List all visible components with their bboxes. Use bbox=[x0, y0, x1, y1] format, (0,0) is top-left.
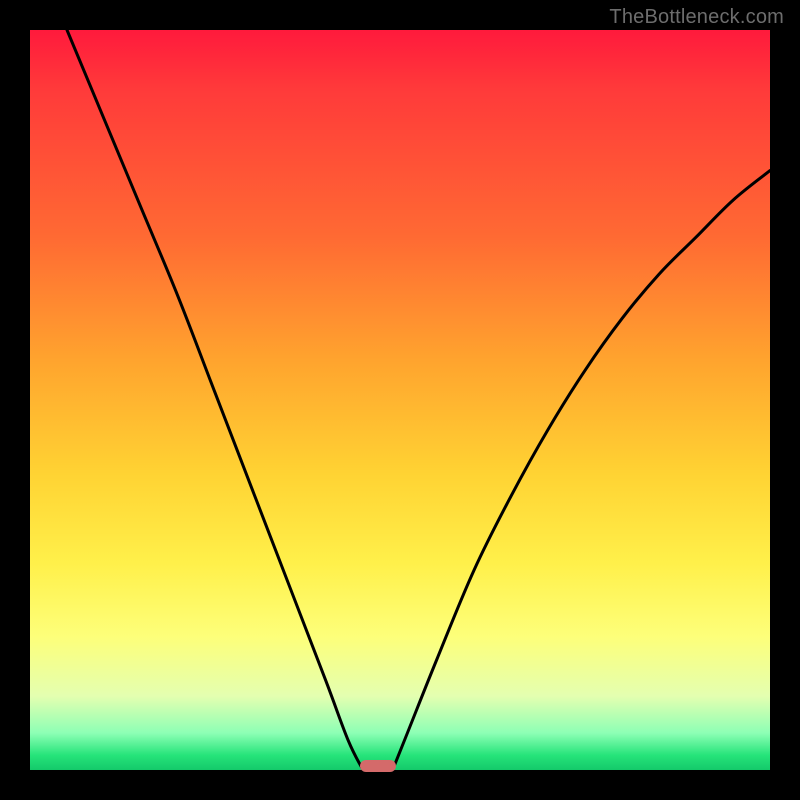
chart-frame: TheBottleneck.com bbox=[0, 0, 800, 800]
bottleneck-marker bbox=[360, 760, 396, 772]
curves-svg bbox=[30, 30, 770, 770]
curve-right bbox=[393, 171, 770, 770]
curve-left bbox=[67, 30, 363, 770]
watermark-text: TheBottleneck.com bbox=[609, 6, 784, 29]
plot-area bbox=[30, 30, 770, 770]
